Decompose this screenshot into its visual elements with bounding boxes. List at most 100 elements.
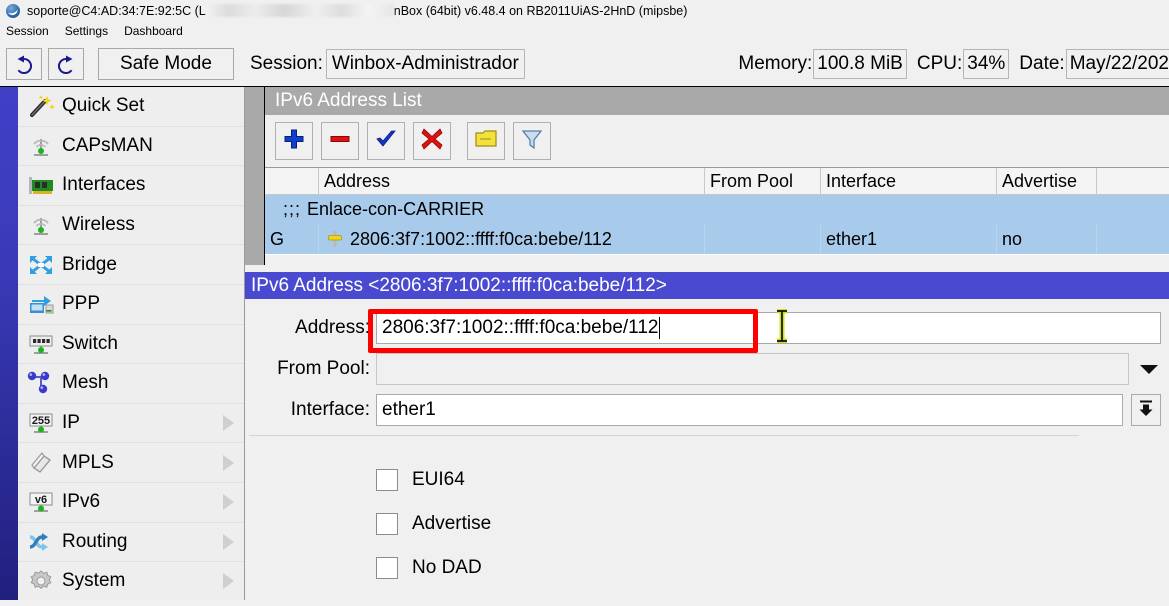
network-card-icon [24,170,58,200]
window-title-prefix: soporte@C4:AD:34:7E:92:5C (L [27,4,206,18]
chevron-right-icon [223,455,234,471]
chevron-right-icon [223,494,234,510]
menu-item-dashboard[interactable]: Dashboard [116,22,191,40]
sidebar-item-ipv6[interactable]: v6 IPv6 [18,483,244,523]
menu-item-settings[interactable]: Settings [57,22,116,40]
sidebar-item-ppp[interactable]: PPP [18,285,244,325]
memory-value: 100.8 MiB [813,49,907,79]
table-row[interactable]: G 2806:3f7:1002::ffff:f0ca:bebe/112 ethe… [265,224,1169,255]
sidebar-item-system[interactable]: System [18,562,244,600]
remove-button[interactable] [321,122,359,160]
sidebar-item-quick-set[interactable]: Quick Set [18,87,244,127]
cell-address-text: 2806:3f7:1002::ffff:f0ca:bebe/112 [350,229,612,250]
chevron-down-icon[interactable] [1137,362,1161,376]
sidebar-item-interfaces[interactable]: Interfaces [18,166,244,206]
chevron-right-icon [223,415,234,431]
menu-item-session[interactable]: Session [0,22,57,40]
undo-button[interactable] [6,48,42,80]
note-icon [474,127,498,156]
eui64-label: EUI64 [412,469,465,491]
date-value: May/22/202 [1066,49,1169,79]
column-header-address[interactable]: Address [319,168,705,194]
cpu-label: CPU: [917,53,962,75]
cell-spacer [1097,224,1169,254]
routing-arrows-icon [24,527,58,557]
sidebar-item-mpls[interactable]: MPLS [18,443,244,483]
session-value[interactable]: Winbox-Administrador [326,49,525,79]
check-icon [374,127,398,156]
table-row-comment[interactable]: ;;; Enlace-con-CARRIER [265,195,1169,224]
plus-icon [282,127,306,156]
cell-interface: ether1 [821,224,997,254]
date-label: Date: [1019,53,1064,75]
sidebar-item-bridge[interactable]: Bridge [18,245,244,285]
text-ibeam-cursor [772,309,792,348]
interface-dropdown-button[interactable] [1131,394,1161,426]
from-pool-label: From Pool: [245,358,376,380]
column-header-flag[interactable] [265,168,319,194]
redo-button[interactable] [48,48,84,80]
no-dad-checkbox[interactable] [376,557,398,579]
sidebar-item-label: Wireless [62,214,135,236]
comment-marker: ;;; [283,199,301,220]
sidebar-item-ip[interactable]: 255 IP [18,404,244,444]
chevron-right-icon [223,534,234,550]
cell-from-pool [705,224,821,254]
winbox-logo-icon [6,4,20,18]
window-title: soporte@C4:AD:34:7E:92:5C (LnBox (64bit)… [27,4,687,18]
eui64-checkbox-row[interactable]: EUI64 [376,458,1169,502]
memory-label: Memory: [738,53,812,75]
enable-button[interactable] [367,122,405,160]
column-header-from-pool[interactable]: From Pool [705,168,821,194]
winbox-application-window: soporte@C4:AD:34:7E:92:5C (LnBox (64bit)… [0,0,1169,600]
chevron-right-icon [223,573,234,589]
interface-label: Interface: [245,399,376,421]
filter-button[interactable] [513,122,551,160]
funnel-icon [520,127,544,156]
winbox-side-strip: nBox [0,87,18,600]
advertise-label: Advertise [412,513,491,535]
ip-255-icon: 255 [24,408,58,438]
sidebar-item-label: Interfaces [62,174,145,196]
eui64-checkbox[interactable] [376,469,398,491]
address-list-left-gutter [245,87,265,265]
advertise-checkbox[interactable] [376,513,398,535]
interface-input[interactable]: ether1 [376,394,1123,426]
address-input[interactable]: 2806:3f7:1002::ffff:f0ca:bebe/112 [376,312,1161,344]
address-field-row: Address: 2806:3f7:1002::ffff:f0ca:bebe/1… [245,311,1169,345]
sidebar-item-label: CAPsMAN [62,135,153,157]
column-header-spacer [1097,168,1169,194]
main-menu-sidebar: Quick Set CAPsMAN [18,87,245,600]
sidebar-item-routing[interactable]: Routing [18,523,244,563]
sidebar-item-capsman[interactable]: CAPsMAN [18,127,244,167]
comment-button[interactable] [467,122,505,160]
title-bar: soporte@C4:AD:34:7E:92:5C (LnBox (64bit)… [0,0,1169,22]
antenna-icon [24,131,58,161]
dialog-checkbox-group: EUI64 Advertise No DAD [245,436,1169,590]
address-input-value: 2806:3f7:1002::ffff:f0ca:bebe/112 [382,317,658,339]
redacted-title-region [206,4,394,17]
sidebar-item-label: PPP [62,293,100,315]
column-header-advertise[interactable]: Advertise [997,168,1097,194]
advertise-checkbox-row[interactable]: Advertise [376,502,1169,546]
add-button[interactable] [275,122,313,160]
sidebar-item-switch[interactable]: Switch [18,325,244,365]
ipv6-icon: v6 [24,487,58,517]
address-list-title: IPv6 Address List [265,87,1169,115]
dialog-title: IPv6 Address <2806:3f7:1002::ffff:f0ca:b… [245,272,1169,299]
antenna-icon [24,210,58,240]
main-toolbar: Safe Mode Session: Winbox-Administrador … [0,42,1169,87]
sidebar-item-mesh[interactable]: Mesh [18,364,244,404]
sidebar-item-wireless[interactable]: Wireless [18,206,244,246]
column-header-interface[interactable]: Interface [821,168,997,194]
sidebar-item-label: Switch [62,333,118,355]
disable-button[interactable] [413,122,451,160]
sidebar-item-label: Routing [62,531,128,553]
sidebar-item-label: IP [62,412,80,434]
address-table-header: Address From Pool Interface Advertise [265,167,1169,195]
gear-icon [24,566,58,596]
safe-mode-button[interactable]: Safe Mode [98,48,234,80]
cpu-value: 34% [963,49,1009,79]
no-dad-checkbox-row[interactable]: No DAD [376,546,1169,590]
from-pool-input[interactable] [376,353,1129,385]
